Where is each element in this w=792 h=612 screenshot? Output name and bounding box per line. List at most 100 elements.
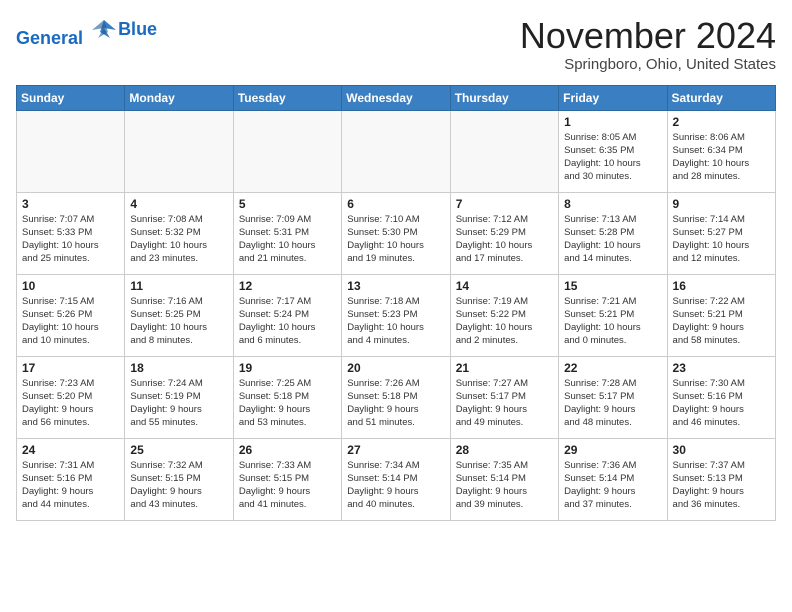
day-number: 13 xyxy=(347,279,444,293)
day-info: Sunrise: 7:37 AMSunset: 5:13 PMDaylight:… xyxy=(673,459,770,512)
day-info: Sunrise: 7:15 AMSunset: 5:26 PMDaylight:… xyxy=(22,295,119,348)
week-row-1: 1Sunrise: 8:05 AMSunset: 6:35 PMDaylight… xyxy=(17,110,776,192)
calendar-cell: 23 Sunrise: 7:30 AMSunset: 5:16 PMDayligh… xyxy=(667,356,775,438)
day-number: 15 xyxy=(564,279,661,293)
day-number: 12 xyxy=(239,279,336,293)
calendar-cell: 4Sunrise: 7:08 AMSunset: 5:32 PMDaylight… xyxy=(125,192,233,274)
col-header-friday: Friday xyxy=(559,85,667,110)
day-info: Sunrise: 7:28 AMSunset: 5:17 PMDaylight:… xyxy=(564,377,661,430)
calendar-cell: 25 Sunrise: 7:32 AMSunset: 5:15 PMDayligh… xyxy=(125,438,233,520)
day-number: 27 xyxy=(347,443,444,457)
day-number: 9 xyxy=(673,197,770,211)
day-number: 18 xyxy=(130,361,227,375)
logo-text: General xyxy=(16,16,118,49)
calendar-cell: 16 Sunrise: 7:22 AMSunset: 5:21 PMDayligh… xyxy=(667,274,775,356)
day-info: Sunrise: 7:12 AMSunset: 5:29 PMDaylight:… xyxy=(456,213,553,266)
day-info: Sunrise: 7:19 AMSunset: 5:22 PMDaylight:… xyxy=(456,295,553,348)
day-number: 21 xyxy=(456,361,553,375)
calendar-cell: 29 Sunrise: 7:36 AMSunset: 5:14 PMDayligh… xyxy=(559,438,667,520)
week-row-4: 17 Sunrise: 7:23 AMSunset: 5:20 PMDayligh… xyxy=(17,356,776,438)
day-number: 20 xyxy=(347,361,444,375)
day-number: 22 xyxy=(564,361,661,375)
col-header-thursday: Thursday xyxy=(450,85,558,110)
calendar-cell: 19Sunrise: 7:25 AMSunset: 5:18 PMDayligh… xyxy=(233,356,341,438)
day-info: Sunrise: 7:16 AMSunset: 5:25 PMDaylight:… xyxy=(130,295,227,348)
day-number: 23 xyxy=(673,361,770,375)
calendar-cell: 17 Sunrise: 7:23 AMSunset: 5:20 PMDayligh… xyxy=(17,356,125,438)
calendar-cell: 9 Sunrise: 7:14 AMSunset: 5:27 PMDaylight… xyxy=(667,192,775,274)
col-header-monday: Monday xyxy=(125,85,233,110)
day-number: 11 xyxy=(130,279,227,293)
day-number: 10 xyxy=(22,279,119,293)
day-info: Sunrise: 7:26 AMSunset: 5:18 PMDaylight:… xyxy=(347,377,444,430)
calendar-cell: 14 Sunrise: 7:19 AMSunset: 5:22 PMDayligh… xyxy=(450,274,558,356)
col-header-tuesday: Tuesday xyxy=(233,85,341,110)
day-info: Sunrise: 7:31 AMSunset: 5:16 PMDaylight:… xyxy=(22,459,119,512)
calendar-cell: 15 Sunrise: 7:21 AMSunset: 5:21 PMDayligh… xyxy=(559,274,667,356)
day-number: 30 xyxy=(673,443,770,457)
col-header-saturday: Saturday xyxy=(667,85,775,110)
week-row-3: 10 Sunrise: 7:15 AMSunset: 5:26 PMDayligh… xyxy=(17,274,776,356)
day-number: 14 xyxy=(456,279,553,293)
day-info: Sunrise: 7:27 AMSunset: 5:17 PMDaylight:… xyxy=(456,377,553,430)
day-number: 4 xyxy=(130,197,227,211)
day-number: 29 xyxy=(564,443,661,457)
day-info: Sunrise: 7:25 AMSunset: 5:18 PMDaylight:… xyxy=(239,377,336,430)
week-row-5: 24 Sunrise: 7:31 AMSunset: 5:16 PMDayligh… xyxy=(17,438,776,520)
title-block: November 2024 Springboro, Ohio, United S… xyxy=(520,16,776,73)
calendar-cell xyxy=(125,110,233,192)
calendar-cell: 26 Sunrise: 7:33 AMSunset: 5:15 PMDayligh… xyxy=(233,438,341,520)
calendar-cell: 12 Sunrise: 7:17 AMSunset: 5:24 PMDayligh… xyxy=(233,274,341,356)
calendar-cell: 30 Sunrise: 7:37 AMSunset: 5:13 PMDayligh… xyxy=(667,438,775,520)
month-title: November 2024 xyxy=(520,16,776,56)
day-number: 16 xyxy=(673,279,770,293)
calendar-cell xyxy=(450,110,558,192)
day-info: Sunrise: 7:22 AMSunset: 5:21 PMDaylight:… xyxy=(673,295,770,348)
day-info: Sunrise: 7:36 AMSunset: 5:14 PMDaylight:… xyxy=(564,459,661,512)
day-info: Sunrise: 7:07 AMSunset: 5:33 PMDaylight:… xyxy=(22,213,119,266)
page-container: General Blue November 2024 Spring xyxy=(0,0,792,529)
calendar-cell: 28Sunrise: 7:35 AMSunset: 5:14 PMDayligh… xyxy=(450,438,558,520)
calendar-cell: 27 Sunrise: 7:34 AMSunset: 5:14 PMDayligh… xyxy=(342,438,450,520)
day-info: Sunrise: 7:18 AMSunset: 5:23 PMDaylight:… xyxy=(347,295,444,348)
calendar-cell xyxy=(17,110,125,192)
calendar-cell xyxy=(342,110,450,192)
logo-blue: Blue xyxy=(118,20,157,40)
calendar-cell: 18 Sunrise: 7:24 AMSunset: 5:19 PMDayligh… xyxy=(125,356,233,438)
day-number: 25 xyxy=(130,443,227,457)
col-header-sunday: Sunday xyxy=(17,85,125,110)
week-row-2: 3Sunrise: 7:07 AMSunset: 5:33 PMDaylight… xyxy=(17,192,776,274)
calendar-cell: 24 Sunrise: 7:31 AMSunset: 5:16 PMDayligh… xyxy=(17,438,125,520)
calendar-cell: 5Sunrise: 7:09 AMSunset: 5:31 PMDaylight… xyxy=(233,192,341,274)
day-number: 28 xyxy=(456,443,553,457)
day-info: Sunrise: 7:34 AMSunset: 5:14 PMDaylight:… xyxy=(347,459,444,512)
day-info: Sunrise: 7:33 AMSunset: 5:15 PMDaylight:… xyxy=(239,459,336,512)
day-info: Sunrise: 7:09 AMSunset: 5:31 PMDaylight:… xyxy=(239,213,336,266)
day-info: Sunrise: 7:21 AMSunset: 5:21 PMDaylight:… xyxy=(564,295,661,348)
calendar-cell: 8Sunrise: 7:13 AMSunset: 5:28 PMDaylight… xyxy=(559,192,667,274)
day-number: 6 xyxy=(347,197,444,211)
logo: General Blue xyxy=(16,16,157,49)
day-info: Sunrise: 8:05 AMSunset: 6:35 PMDaylight:… xyxy=(564,131,661,184)
logo-bird-icon xyxy=(90,16,118,44)
day-number: 2 xyxy=(673,115,770,129)
day-number: 17 xyxy=(22,361,119,375)
calendar-cell xyxy=(233,110,341,192)
day-info: Sunrise: 7:10 AMSunset: 5:30 PMDaylight:… xyxy=(347,213,444,266)
day-info: Sunrise: 7:30 AMSunset: 5:16 PMDaylight:… xyxy=(673,377,770,430)
day-number: 24 xyxy=(22,443,119,457)
col-header-wednesday: Wednesday xyxy=(342,85,450,110)
calendar-cell: 3Sunrise: 7:07 AMSunset: 5:33 PMDaylight… xyxy=(17,192,125,274)
day-number: 26 xyxy=(239,443,336,457)
calendar-header-row: SundayMondayTuesdayWednesdayThursdayFrid… xyxy=(17,85,776,110)
day-info: Sunrise: 7:23 AMSunset: 5:20 PMDaylight:… xyxy=(22,377,119,430)
calendar-cell: 10 Sunrise: 7:15 AMSunset: 5:26 PMDayligh… xyxy=(17,274,125,356)
header: General Blue November 2024 Spring xyxy=(16,16,776,73)
logo-general: General xyxy=(16,28,83,48)
day-info: Sunrise: 7:24 AMSunset: 5:19 PMDaylight:… xyxy=(130,377,227,430)
day-info: Sunrise: 7:32 AMSunset: 5:15 PMDaylight:… xyxy=(130,459,227,512)
day-info: Sunrise: 7:14 AMSunset: 5:27 PMDaylight:… xyxy=(673,213,770,266)
day-number: 8 xyxy=(564,197,661,211)
day-info: Sunrise: 7:17 AMSunset: 5:24 PMDaylight:… xyxy=(239,295,336,348)
calendar-cell: 11 Sunrise: 7:16 AMSunset: 5:25 PMDayligh… xyxy=(125,274,233,356)
